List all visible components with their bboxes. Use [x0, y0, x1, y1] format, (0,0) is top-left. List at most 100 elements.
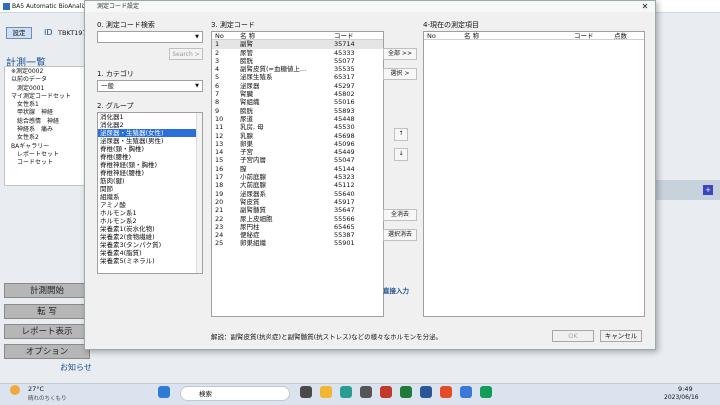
tree-item[interactable]: BAギャラリー	[7, 143, 89, 151]
app-icon-orange[interactable]	[440, 386, 452, 398]
group-item[interactable]: 脊椎神経(腰椎)	[98, 169, 202, 177]
code-row[interactable]: 3 膀胱 55077	[212, 57, 383, 65]
close-icon[interactable]: ✕	[635, 1, 655, 12]
code-row[interactable]: 1 副腎 35714	[212, 40, 383, 49]
app-icon-chrome[interactable]	[460, 386, 472, 398]
app-icon	[3, 3, 10, 10]
code-row[interactable]: 19 泌尿器系 55640	[212, 190, 383, 198]
group-item[interactable]: 脊椎神経(頸・胸椎)	[98, 161, 202, 169]
group-item[interactable]: 筋肉(腱)	[98, 177, 202, 185]
code-row[interactable]: 6 泌尿器 45297	[212, 82, 383, 90]
tree-item[interactable]: 女性系2	[7, 134, 89, 142]
group-item[interactable]: 泌尿器・生殖器(男性)	[98, 137, 202, 145]
group-item[interactable]: アミノ酸	[98, 201, 202, 209]
group-item[interactable]: 消化器1	[98, 113, 202, 121]
windows-start-icon[interactable]	[158, 386, 170, 398]
tree-item[interactable]: 甲状腺 神経	[7, 109, 89, 117]
group-item[interactable]: 栄養素4(脂質)	[98, 249, 202, 257]
code-name: 副腎髄質	[240, 206, 266, 215]
group-item[interactable]: 組織系	[98, 193, 202, 201]
tree-item[interactable]: 測定0001	[7, 85, 89, 93]
code-name: 泌尿器	[240, 81, 260, 90]
edge-icon[interactable]	[340, 386, 352, 398]
code-name: 膀胱	[240, 106, 253, 115]
code-row[interactable]: 21 副腎髄質 35647	[212, 206, 383, 214]
task-view-icon[interactable]	[300, 386, 312, 398]
app-icon-red[interactable]	[380, 386, 392, 398]
group-list[interactable]: 消化器1 消化器2 泌尿器・生殖器(女性) 泌尿器・生殖器(男性) 脊椎(頸・胸椎) 脊椎…	[97, 112, 203, 274]
clear-all-button[interactable]: 全消去	[383, 209, 417, 221]
code-row[interactable]: 13 卵巣 45096	[212, 140, 383, 148]
plus-icon[interactable]: +	[703, 185, 713, 195]
code-row[interactable]: 10 尿道 45448	[212, 115, 383, 123]
code-row[interactable]: 5 泌尿生殖系 65317	[212, 73, 383, 81]
clear-selected-button[interactable]: 選択消去	[383, 229, 417, 241]
code-no: 18	[215, 181, 224, 190]
group-item[interactable]: 栄養素2(食物繊維)	[98, 233, 202, 241]
explorer-icon[interactable]	[320, 386, 332, 398]
main-button-3[interactable]: レポート表示	[4, 324, 90, 339]
code-row[interactable]: 12 乳腺 45698	[212, 132, 383, 140]
group-item[interactable]: 脊椎(腰椎)	[98, 153, 202, 161]
code-value: 65317	[334, 73, 355, 82]
code-row[interactable]: 15 子宮内層 55047	[212, 156, 383, 164]
group-item[interactable]: 栄養素3(タンパク質)	[98, 241, 202, 249]
code-row[interactable]: 2 尿管 45333	[212, 49, 383, 57]
add-selected-button[interactable]: 選択 >	[383, 68, 417, 80]
code-row[interactable]: 17 小前庭腺 45323	[212, 173, 383, 181]
ok-button[interactable]: OK	[552, 330, 594, 342]
group-item[interactable]: 栄養素1(炭水化物)	[98, 225, 202, 233]
direct-input-link[interactable]: 直接入力	[383, 285, 409, 295]
main-button-1[interactable]: 計測開始	[4, 283, 90, 298]
group-item[interactable]: ホルモン系2	[98, 217, 202, 225]
category-select[interactable]: 一般 ▼	[97, 80, 203, 92]
group-item[interactable]: 泌尿器・生殖器(女性)	[98, 129, 202, 137]
code-row[interactable]: 7 腎臓 45802	[212, 90, 383, 98]
taskbar-search[interactable]: 検索	[180, 386, 290, 401]
code-value: 55893	[334, 106, 355, 115]
code-row[interactable]: 22 尿上皮細胞 55566	[212, 215, 383, 223]
settings-button[interactable]: 設定	[6, 27, 32, 39]
code-row[interactable]: 18 大前庭腺 45112	[212, 181, 383, 189]
code-row[interactable]: 25 卵巣組織 55901	[212, 239, 383, 247]
cancel-button[interactable]: キャンセル	[600, 330, 642, 342]
current-items-list[interactable]: No 名 称 コード 点数	[423, 31, 645, 317]
tree-item[interactable]: マイ測定コードセット	[7, 93, 89, 101]
code-row[interactable]: 8 腎組織 55016	[212, 98, 383, 106]
tree-item[interactable]: コードセット	[7, 159, 89, 167]
code-row[interactable]: 16 膣 45144	[212, 165, 383, 173]
group-item[interactable]: 関節	[98, 185, 202, 193]
group-scrollbar[interactable]	[196, 113, 202, 273]
main-button-4[interactable]: オプション	[4, 344, 90, 359]
group-item[interactable]: 消化器2	[98, 121, 202, 129]
code-no: 16	[215, 164, 224, 173]
code-list[interactable]: No 名 称 コード 1 副腎 35714 2 尿管 45333 3 膀胱 55077 4 副腎皮質…	[211, 31, 384, 317]
add-all-button[interactable]: 全部 >>	[383, 48, 417, 60]
code-row[interactable]: 14 子宮 45449	[212, 148, 383, 156]
search-button[interactable]: Search >	[169, 48, 203, 60]
app-icon-sheet[interactable]	[480, 386, 492, 398]
code-row[interactable]: 20 腎皮質 45917	[212, 198, 383, 206]
code-row[interactable]: 9 膀胱 55893	[212, 107, 383, 115]
group-item[interactable]: ホルモン系1	[98, 209, 202, 217]
code-row[interactable]: 4 副腎皮質(=血糖値上... 35535	[212, 65, 383, 73]
app-icon-green[interactable]	[400, 386, 412, 398]
group-item[interactable]: 栄養素5(ミネラル)	[98, 257, 202, 265]
weather-icon[interactable]	[10, 385, 20, 395]
code-row[interactable]: 24 便秘症 55387	[212, 231, 383, 239]
measurement-tree[interactable]: ※測定0002 以前のデータ 測定0001 マイ測定コードセット 女性系1 甲状腺 神経総…	[4, 66, 92, 186]
code-search-select[interactable]: ▼	[97, 31, 203, 43]
main-button-2[interactable]: 転 写	[4, 304, 90, 319]
code-row[interactable]: 11 乳房, 母 45530	[212, 123, 383, 131]
code-row[interactable]: 23 尿円柱 65465	[212, 223, 383, 231]
app-icon-blue[interactable]	[420, 386, 432, 398]
tree-item[interactable]: レポートセット	[7, 151, 89, 159]
tree-item[interactable]: 総合感情 神経	[7, 118, 89, 126]
tree-item[interactable]: 以前のデータ	[7, 76, 89, 84]
move-up-button[interactable]: ↑	[394, 128, 408, 141]
move-down-button[interactable]: ↓	[394, 148, 408, 161]
code-value: 45297	[334, 81, 355, 90]
id-label: ID	[44, 28, 53, 37]
store-icon[interactable]	[360, 386, 372, 398]
group-item[interactable]: 脊椎(頸・胸椎)	[98, 145, 202, 153]
